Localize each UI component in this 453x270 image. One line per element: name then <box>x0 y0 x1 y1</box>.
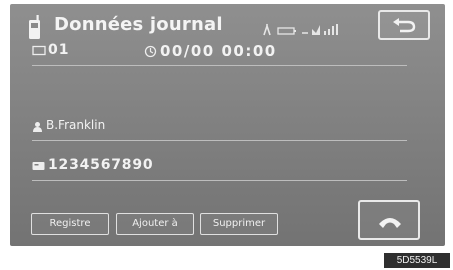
page-title: Données journal <box>54 14 223 35</box>
back-arrow-icon <box>393 18 416 33</box>
registre-button[interactable]: Registre <box>31 213 109 235</box>
contact-name-row: B.Franklin <box>32 112 407 141</box>
clock-icon <box>144 45 157 58</box>
call-datetime: 00/00 00:00 <box>160 42 277 60</box>
call-button[interactable] <box>358 200 420 240</box>
phone-number: 1234567890 <box>48 157 154 173</box>
status-icons <box>263 23 338 36</box>
phone-log-screen: Données journal 01 00/00 00:00 B.Frankli… <box>10 4 445 246</box>
contact-name: B.Franklin <box>46 118 106 132</box>
entry-info-row: 01 00/00 00:00 <box>32 37 407 66</box>
back-button[interactable] <box>378 10 430 40</box>
antenna-icon <box>263 23 271 36</box>
phone-number-row: 1234567890 <box>32 152 407 181</box>
handset-icon <box>379 218 401 228</box>
add-to-button[interactable]: Ajouter à <box>116 213 194 235</box>
figure-code-label: 5D5539L <box>384 253 450 268</box>
signal-strength-icon <box>302 24 338 35</box>
number-icon <box>32 162 45 170</box>
battery-icon <box>277 27 296 35</box>
list-number-icon <box>32 45 46 56</box>
contact-icon <box>33 122 42 132</box>
delete-button[interactable]: Supprimer <box>200 213 278 235</box>
entry-number: 01 <box>48 42 70 58</box>
